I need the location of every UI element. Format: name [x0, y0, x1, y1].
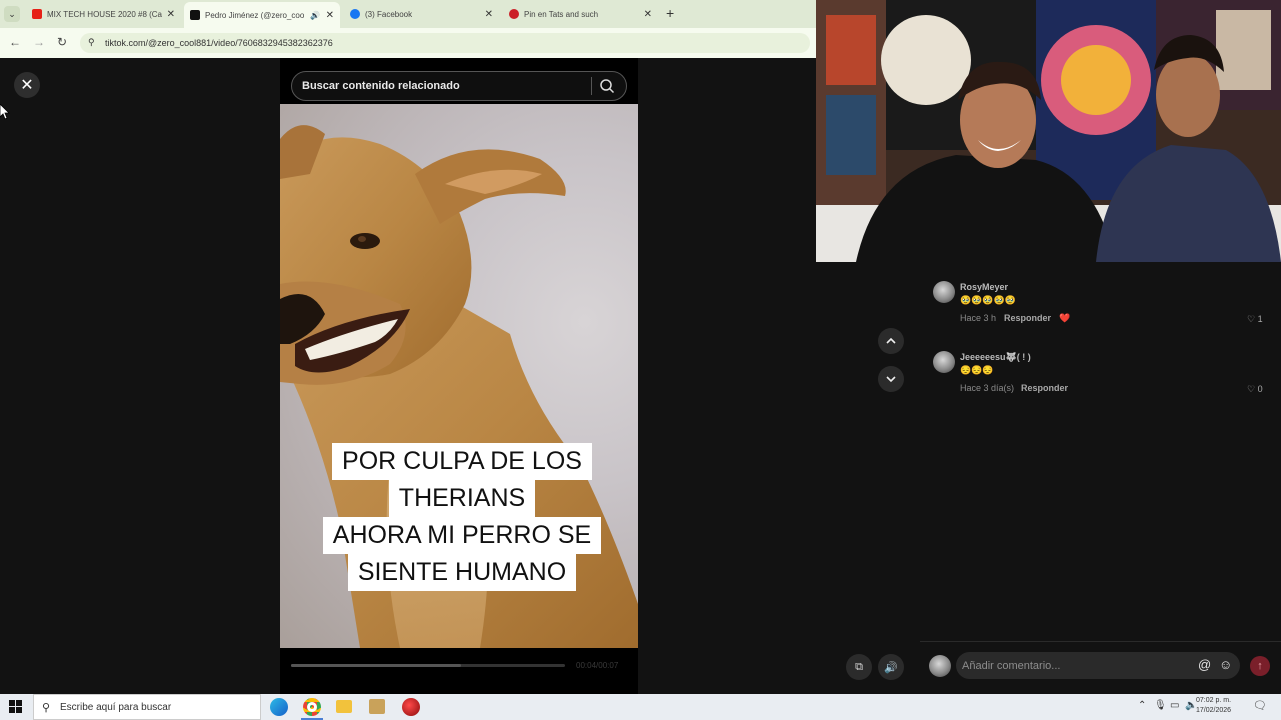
chevron-up-icon [886, 337, 896, 344]
chrome-icon[interactable] [303, 698, 321, 716]
webcam-overlay [816, 0, 1281, 262]
floating-player-icon: ⧉ [855, 660, 863, 673]
notifications-icon[interactable]: 🗨 [1253, 699, 1267, 712]
comments-panel: RosyMeyer 🥹🥹🥹🥹🥹 Hace 3 h Responder ❤️ ♡ … [920, 262, 1281, 694]
forward-arrow-icon[interactable]: → [33, 35, 45, 49]
reply-button[interactable]: Responder [1021, 383, 1068, 393]
search-placeholder: Buscar contenido relacionado [302, 80, 460, 92]
picture-in-picture-button[interactable]: ⧉ [846, 654, 872, 680]
avatar[interactable] [933, 351, 955, 373]
tab-tiktok[interactable]: Pedro Jiménez (@zero_coo 🔊 ✕ [184, 2, 340, 28]
network-icon[interactable]: ▭ [1170, 700, 1179, 711]
recorder-app-icon[interactable] [402, 698, 420, 716]
close-tab-icon[interactable]: ✕ [644, 9, 652, 20]
my-avatar [929, 655, 951, 677]
windows-start-icon[interactable] [9, 700, 22, 713]
like-count: 1 [1257, 314, 1263, 324]
like-button[interactable]: ♡ 0 [1247, 384, 1263, 395]
caption-line: AHORA MI PERRO SE [322, 517, 602, 554]
related-search-input[interactable]: Buscar contenido relacionado [291, 71, 627, 101]
tab-label: Pedro Jiménez (@zero_coo [205, 10, 305, 20]
comment-username[interactable]: Jeeeeeesu🐺( ! ) [960, 352, 1031, 363]
like-button[interactable]: ♡ 1 [1247, 314, 1263, 325]
tab-label: (3) Facebook [365, 9, 413, 19]
speaker-icon[interactable]: 🔊 [310, 11, 320, 20]
facebook-icon [350, 9, 360, 19]
search-icon[interactable] [599, 78, 615, 94]
url-text: tiktok.com/@zero_cool881/video/760683294… [105, 38, 333, 48]
search-divider [591, 77, 592, 95]
tiktok-icon [190, 10, 200, 20]
comment-time: Hace 3 h [960, 313, 997, 323]
new-tab-button[interactable]: + [666, 5, 674, 21]
youtube-icon [32, 9, 42, 19]
tab-label: Pin en Tats and such [524, 9, 599, 19]
taskbar-search-placeholder: Escribe aquí para buscar [60, 701, 172, 713]
video-progress-fill [291, 664, 461, 667]
speaker-icon: 🔊 [884, 661, 898, 674]
comment-username[interactable]: RosyMeyer [960, 282, 1008, 292]
url-field[interactable]: ⚲ tiktok.com/@zero_cool881/video/7606832… [80, 33, 810, 53]
taskbar-search-input[interactable]: ⚲ Escribe aquí para buscar [33, 694, 261, 720]
avatar[interactable] [933, 281, 955, 303]
chevron-up-icon[interactable]: ⌃ [1138, 700, 1146, 711]
close-tab-icon[interactable]: ✕ [167, 9, 175, 20]
reload-icon[interactable]: ↻ [57, 35, 67, 49]
arrow-up-icon: ↑ [1257, 660, 1263, 672]
tab-label: MIX TECH HOUSE 2020 #8 (Ca [47, 9, 163, 19]
caption-line: THERIANS [388, 480, 536, 517]
mention-icon[interactable]: @ [1198, 657, 1211, 672]
search-icon: ⚲ [42, 702, 51, 714]
comment-time: Hace 3 día(s) [960, 383, 1015, 393]
post-comment-button[interactable]: ↑ [1250, 656, 1270, 676]
previous-video-button[interactable] [878, 328, 904, 354]
edge-icon[interactable] [270, 698, 288, 716]
clock-time: 07:02 p. m. [1196, 697, 1232, 704]
pinterest-icon [509, 9, 519, 19]
site-info-icon[interactable]: ⚲ [88, 37, 95, 48]
webcam-feed-image [816, 0, 1281, 262]
back-arrow-icon[interactable]: ← [9, 35, 21, 49]
chevron-down-icon [886, 376, 896, 383]
heart-icon: ♡ [1247, 384, 1256, 394]
comment-placeholder: Añadir comentario... [962, 659, 1061, 672]
archive-app-icon[interactable] [369, 699, 385, 714]
comment-bar-divider [920, 641, 1281, 642]
comment-text: 🥹🥹🥹🥹🥹 [960, 295, 1017, 305]
video-caption: POR CULPA DE LOS THERIANS AHORA MI PERRO… [312, 443, 612, 591]
like-count: 0 [1257, 384, 1263, 394]
video-timecode: 00:04/00:07 [576, 661, 619, 670]
caption-line: POR CULPA DE LOS [332, 443, 592, 480]
tab-list-dropdown[interactable]: ⌄ [4, 6, 20, 22]
tab-pinterest[interactable]: Pin en Tats and such ✕ [503, 4, 658, 24]
clock-date: 17/02/2026 [1196, 707, 1232, 714]
close-tab-icon[interactable]: ✕ [485, 9, 493, 20]
tab-youtube[interactable]: MIX TECH HOUSE 2020 #8 (Ca ✕ [26, 4, 181, 24]
heart-icon: ♡ [1247, 314, 1256, 324]
emoji-icon[interactable]: ☺ [1219, 657, 1232, 672]
comment-input[interactable]: Añadir comentario... @ ☺ [956, 652, 1240, 679]
tab-facebook[interactable]: (3) Facebook ✕ [344, 4, 499, 24]
next-video-button[interactable] [878, 366, 904, 392]
creator-liked-icon: ❤️ [1059, 313, 1071, 323]
close-tab-icon[interactable]: ✕ [326, 10, 334, 21]
file-explorer-icon[interactable] [336, 700, 352, 713]
close-icon[interactable]: ✕ [14, 72, 40, 98]
reply-button[interactable]: Responder [1004, 313, 1051, 323]
comment-text: 😔😔😔 [960, 365, 994, 375]
taskbar-clock[interactable]: 07:02 p. m. 17/02/2026 [1196, 696, 1231, 716]
microphone-icon[interactable]: 🎙 [1154, 700, 1167, 711]
volume-button[interactable]: 🔊 [878, 654, 904, 680]
mouse-cursor-icon [0, 104, 10, 120]
caption-line: SIENTE HUMANO [347, 554, 577, 591]
browser-tab-bar: ⌄ MIX TECH HOUSE 2020 #8 (Ca ✕ Pedro Jim… [0, 0, 816, 28]
